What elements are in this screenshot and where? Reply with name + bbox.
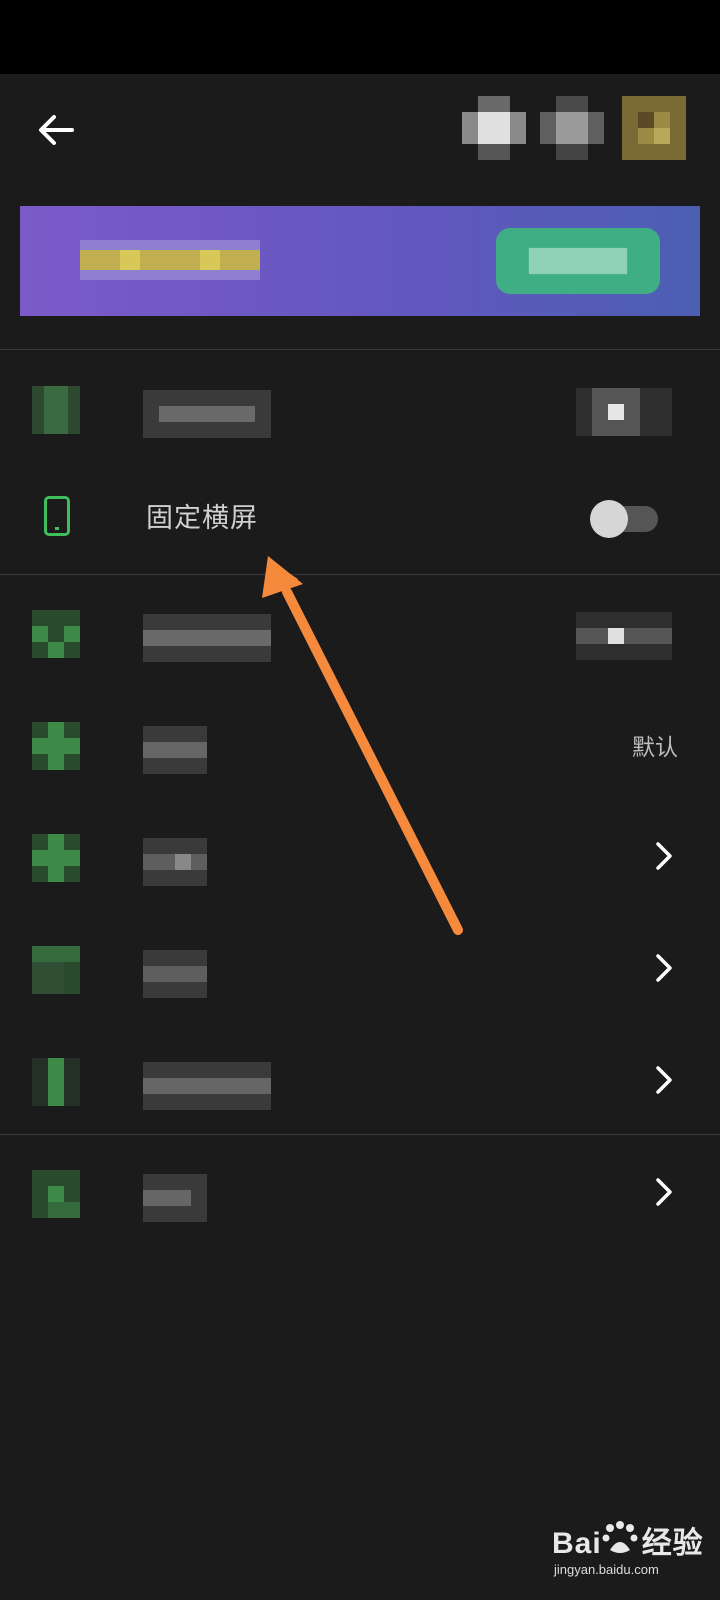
lock-landscape-toggle[interactable] — [590, 500, 662, 538]
blurred-action-icon — [540, 96, 604, 160]
blurred-row-label — [143, 838, 207, 886]
settings-row-6[interactable] — [0, 910, 720, 1022]
blurred-row-icon — [32, 722, 80, 770]
settings-row-1[interactable] — [0, 350, 720, 462]
blurred-row-value — [576, 388, 672, 436]
blurred-row-label — [143, 1174, 207, 1222]
default-value: 默认 — [632, 735, 678, 761]
blurred-banner-text — [80, 240, 260, 280]
blurred-row-label — [143, 726, 207, 774]
blurred-row-icon — [32, 1170, 80, 1218]
blurred-row-label — [143, 614, 271, 662]
banner-action-button[interactable] — [496, 228, 660, 294]
chevron-right-icon — [656, 1066, 672, 1094]
settings-row-8[interactable] — [0, 1134, 720, 1246]
blurred-button-text — [528, 247, 628, 275]
top-bar — [0, 74, 720, 194]
chevron-right-icon — [656, 1178, 672, 1206]
top-action-1[interactable] — [462, 96, 526, 160]
status-bar — [0, 0, 720, 74]
phone-portrait-icon — [44, 496, 70, 536]
settings-row-5[interactable] — [0, 798, 720, 910]
blurred-row-label — [143, 1062, 271, 1110]
blurred-action-icon — [462, 96, 526, 160]
blurred-row-icon — [32, 1058, 80, 1106]
toggle-knob — [590, 500, 628, 538]
avatar[interactable] — [622, 96, 686, 160]
top-action-2[interactable] — [540, 96, 604, 160]
settings-row-3[interactable] — [0, 574, 720, 686]
blurred-row-label — [143, 950, 207, 998]
blurred-row-icon — [32, 946, 80, 994]
blurred-avatar — [622, 96, 686, 160]
blurred-row-icon — [32, 610, 80, 658]
watermark-url: jingyan.baidu.com — [554, 1562, 659, 1577]
blurred-row-value — [576, 612, 672, 660]
blurred-row-icon — [32, 386, 80, 434]
blurred-row-label — [143, 390, 271, 438]
settings-row-default[interactable]: 默认 — [0, 686, 720, 798]
paw-icon — [602, 1521, 638, 1553]
blurred-row-icon — [32, 834, 80, 882]
lock-landscape-label: 固定横屏 — [146, 503, 258, 534]
arrow-left-icon — [39, 115, 74, 145]
back-button[interactable] — [30, 104, 82, 156]
baidu-watermark: Bai 经验 jingyan.baidu.com — [552, 1518, 712, 1588]
promo-banner[interactable] — [20, 206, 700, 316]
chevron-right-icon — [656, 842, 672, 870]
chevron-right-icon — [656, 954, 672, 982]
settings-row-7[interactable] — [0, 1022, 720, 1134]
